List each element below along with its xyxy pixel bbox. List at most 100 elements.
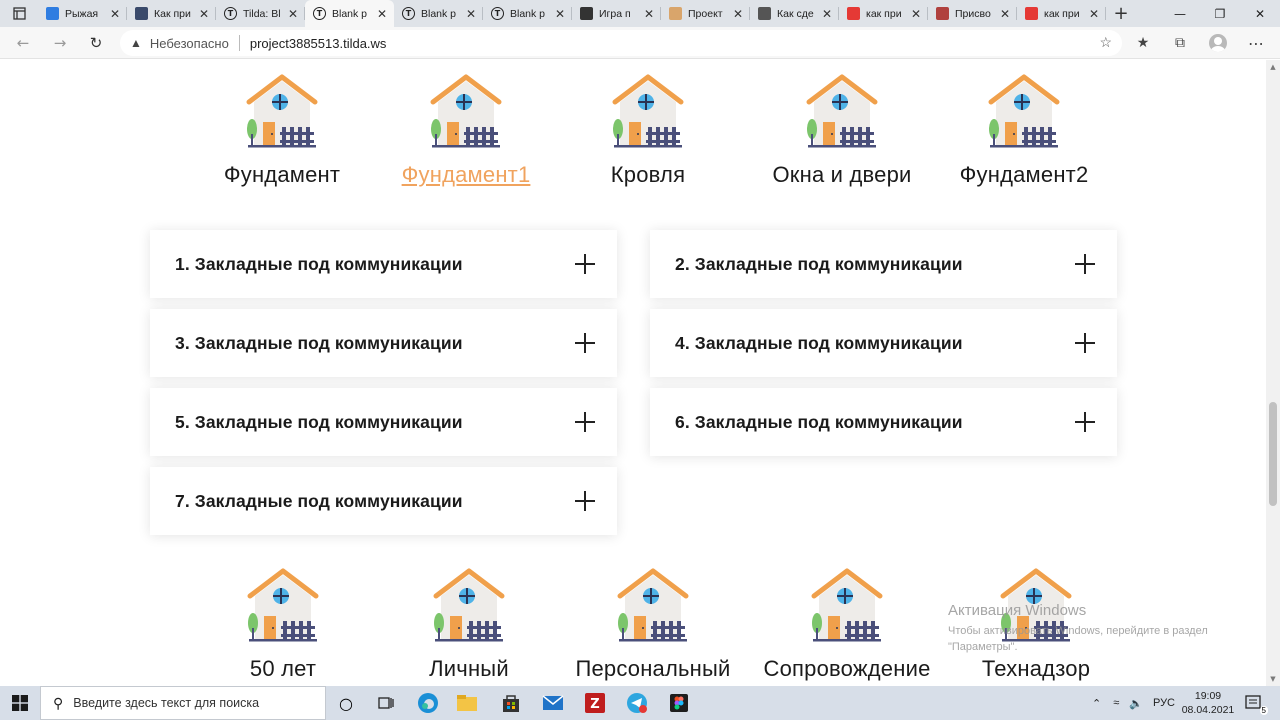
scrollbar-thumb[interactable] <box>1269 402 1277 506</box>
scroll-up-icon[interactable]: ▲ <box>1266 60 1280 74</box>
browser-tab[interactable]: Проект ✕ <box>661 0 750 27</box>
telegram-icon[interactable] <box>625 691 649 715</box>
plus-icon[interactable] <box>575 254 595 274</box>
network-icon[interactable]: ≈ <box>1113 697 1119 709</box>
browser-tab[interactable]: как при ✕ <box>839 0 928 27</box>
plus-icon[interactable] <box>1075 412 1095 432</box>
back-button[interactable]: ← <box>10 31 36 55</box>
category-label[interactable]: Технадзор <box>946 656 1126 682</box>
category-label[interactable]: Персональный <box>563 656 743 682</box>
warning-icon[interactable]: ▲ <box>130 36 142 50</box>
taskbar-search-placeholder[interactable]: Введите здесь текст для поиска <box>73 696 259 710</box>
category-label[interactable]: Фундамент1 <box>376 162 556 188</box>
more-menu-icon[interactable]: ⋯ <box>1243 31 1269 55</box>
category-label[interactable]: Сопровождение <box>757 656 937 682</box>
tab-actions-button[interactable] <box>0 0 38 27</box>
close-tab-icon[interactable]: ✕ <box>465 7 477 21</box>
favorites-icon[interactable]: ★ <box>1130 31 1156 55</box>
category-item[interactable]: Фундамент1 <box>376 72 556 188</box>
browser-tab[interactable]: Рыжая ✕ <box>38 0 127 27</box>
accordion-item[interactable]: 3. Закладные под коммуникации <box>150 309 617 377</box>
category-item[interactable]: Персональный <box>563 566 743 682</box>
accordion-title[interactable]: 2. Закладные под коммуникации <box>675 254 963 275</box>
store-icon[interactable] <box>499 691 523 715</box>
accordion-title[interactable]: 1. Закладные под коммуникации <box>175 254 463 275</box>
plus-icon[interactable] <box>1075 254 1095 274</box>
browser-tab[interactable]: Как при ✕ <box>127 0 216 27</box>
plus-icon[interactable] <box>575 412 595 432</box>
mail-icon[interactable] <box>541 691 565 715</box>
plus-icon[interactable] <box>575 333 595 353</box>
browser-tab[interactable]: T Blank p ✕ <box>394 0 483 27</box>
category-label[interactable]: Фундамент <box>192 162 372 188</box>
maximize-button[interactable]: ❐ <box>1200 0 1240 27</box>
close-tab-icon[interactable]: ✕ <box>1088 7 1100 21</box>
category-item[interactable]: 50 лет <box>193 566 373 682</box>
category-label[interactable]: Кровля <box>558 162 738 188</box>
url-text[interactable]: project3885513.tilda.ws <box>250 36 387 51</box>
close-tab-icon[interactable]: ✕ <box>910 7 922 21</box>
forward-button[interactable]: → <box>47 31 73 55</box>
close-tab-icon[interactable]: ✕ <box>554 7 566 21</box>
notifications-icon[interactable]: 5 <box>1242 691 1268 715</box>
plus-icon[interactable] <box>575 491 595 511</box>
url-field[interactable]: ▲ Небезопасно project3885513.tilda.ws ☆ <box>120 30 1122 56</box>
browser-tab[interactable]: T Tilda: Bl ✕ <box>216 0 305 27</box>
browser-tab[interactable]: T Blank p ✕ <box>305 0 394 27</box>
close-tab-icon[interactable]: ✕ <box>287 7 299 21</box>
cortana-icon[interactable]: ○ <box>334 691 358 715</box>
browser-tab[interactable]: Игра п ✕ <box>572 0 661 27</box>
category-item[interactable]: Технадзор <box>946 566 1126 682</box>
close-tab-icon[interactable]: ✕ <box>821 7 833 21</box>
accordion-item[interactable]: 7. Закладные под коммуникации <box>150 467 617 535</box>
close-tab-icon[interactable]: ✕ <box>376 7 388 21</box>
browser-tab[interactable]: T Blank p ✕ <box>483 0 572 27</box>
category-item[interactable]: Окна и двери <box>752 72 932 188</box>
figma-icon[interactable] <box>667 691 691 715</box>
accordion-title[interactable]: 4. Закладные под коммуникации <box>675 333 963 354</box>
accordion-title[interactable]: 7. Закладные под коммуникации <box>175 491 463 512</box>
close-window-button[interactable]: ✕ <box>1240 0 1280 27</box>
accordion-title[interactable]: 3. Закладные под коммуникации <box>175 333 463 354</box>
reload-button[interactable]: ↻ <box>83 31 109 55</box>
accordion-title[interactable]: 5. Закладные под коммуникации <box>175 412 463 433</box>
close-tab-icon[interactable]: ✕ <box>999 7 1011 21</box>
category-item[interactable]: Кровля <box>558 72 738 188</box>
collections-icon[interactable]: ⧉ <box>1167 31 1193 55</box>
category-item[interactable]: Фундамент2 <box>934 72 1114 188</box>
accordion-item[interactable]: 4. Закладные под коммуникации <box>650 309 1117 377</box>
plus-icon[interactable] <box>1075 333 1095 353</box>
tray-expand-icon[interactable]: ⌃ <box>1092 697 1101 710</box>
edge-icon[interactable] <box>416 691 440 715</box>
add-favorite-icon[interactable]: ☆ <box>1099 34 1112 51</box>
close-tab-icon[interactable]: ✕ <box>109 7 121 21</box>
accordion-item[interactable]: 6. Закладные под коммуникации <box>650 388 1117 456</box>
category-item[interactable]: Фундамент <box>192 72 372 188</box>
filezilla-icon[interactable]: Z <box>583 691 607 715</box>
category-label[interactable]: 50 лет <box>193 656 373 682</box>
accordion-item[interactable]: 1. Закладные под коммуникации <box>150 230 617 298</box>
new-tab-button[interactable]: + <box>1106 0 1136 27</box>
browser-tab[interactable]: Присво ✕ <box>928 0 1017 27</box>
start-button[interactable] <box>0 686 40 720</box>
minimize-button[interactable]: — <box>1160 0 1200 27</box>
file-explorer-icon[interactable] <box>455 691 479 715</box>
category-item[interactable]: Личный <box>379 566 559 682</box>
task-view-icon[interactable] <box>374 691 398 715</box>
category-item[interactable]: Сопровождение <box>757 566 937 682</box>
browser-tab[interactable]: Как сде ✕ <box>750 0 839 27</box>
page-scrollbar[interactable]: ▲ ▼ <box>1266 60 1280 686</box>
volume-icon[interactable]: 🔈 <box>1129 697 1143 710</box>
accordion-item[interactable]: 5. Закладные под коммуникации <box>150 388 617 456</box>
category-label[interactable]: Личный <box>379 656 559 682</box>
close-tab-icon[interactable]: ✕ <box>198 7 210 21</box>
category-label[interactable]: Фундамент2 <box>934 162 1114 188</box>
accordion-title[interactable]: 6. Закладные под коммуникации <box>675 412 963 433</box>
category-label[interactable]: Окна и двери <box>752 162 932 188</box>
insecure-label[interactable]: Небезопасно <box>150 36 229 51</box>
close-tab-icon[interactable]: ✕ <box>643 7 655 21</box>
language-indicator[interactable]: РУС <box>1153 697 1175 709</box>
close-tab-icon[interactable]: ✕ <box>732 7 744 21</box>
scroll-down-icon[interactable]: ▼ <box>1266 672 1280 686</box>
accordion-item[interactable]: 2. Закладные под коммуникации <box>650 230 1117 298</box>
